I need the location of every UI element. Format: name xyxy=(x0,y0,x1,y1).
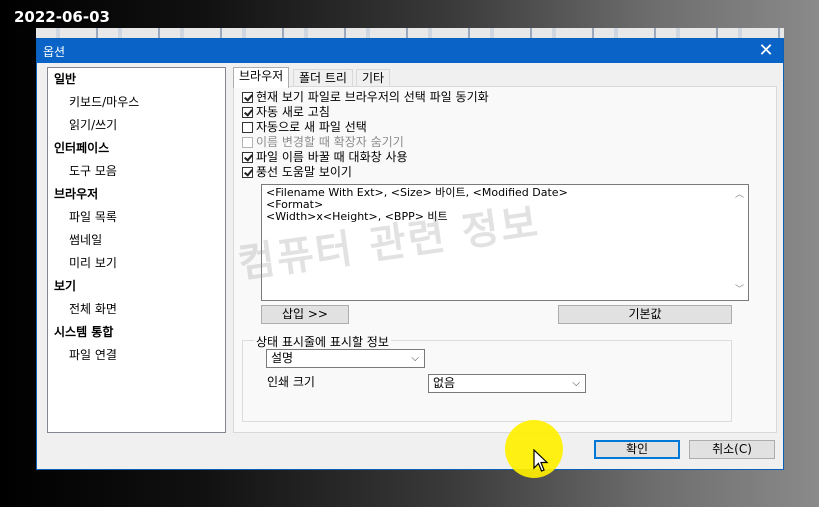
options-dialog: 옵션 ✕ 일반 키보드/마우스 읽기/쓰기 인터페이스 도구 모음 브라우저 파… xyxy=(36,38,784,470)
checkbox[interactable] xyxy=(242,92,253,103)
browser-tab-page: 현재 보기 파일로 브라우저의 선택 파일 동기화 자동 새로 고침 자동으로 … xyxy=(233,86,777,433)
option-rename-dialog[interactable]: 파일 이름 바꿀 때 대화창 사용 xyxy=(242,150,408,165)
print-size-label: 인쇄 크기 xyxy=(267,375,315,389)
insert-button[interactable]: 삽입 >> xyxy=(261,305,349,324)
dialog-title: 옵션 xyxy=(43,45,66,59)
title-bar[interactable]: 옵션 ✕ xyxy=(37,39,783,63)
option-label: 자동 새로 고침 xyxy=(256,105,330,119)
ok-button[interactable]: 확인 xyxy=(594,440,680,459)
option-auto-select-new-file[interactable]: 자동으로 새 파일 선택 xyxy=(242,120,367,135)
option-label: 이름 변경할 때 확장자 숨기기 xyxy=(256,135,404,149)
tree-item-preview[interactable]: 미리 보기 xyxy=(69,253,117,273)
option-hide-extension-on-rename: 이름 변경할 때 확장자 숨기기 xyxy=(242,135,404,150)
print-size-select[interactable]: 없음 ⌵ xyxy=(428,374,586,393)
mouse-pointer-icon xyxy=(533,449,549,472)
chevron-down-icon: ⌵ xyxy=(411,353,419,364)
tree-item-view[interactable]: 보기 xyxy=(54,276,76,296)
tab-control: 브라우저 폴더 트리 기타 현재 보기 파일로 브라우저의 선택 파일 동기화 … xyxy=(233,67,777,433)
tab-browser[interactable]: 브라우저 xyxy=(233,67,290,88)
option-label: 파일 이름 바꿀 때 대화창 사용 xyxy=(256,150,408,164)
format-line: <Width>x<Height>, <BPP> 비트 xyxy=(266,210,448,223)
tree-item-file-association[interactable]: 파일 연결 xyxy=(69,345,117,365)
option-show-balloon-help[interactable]: 풍선 도움말 보이기 xyxy=(242,165,352,180)
date-stamp: 2022-06-03 xyxy=(14,8,110,26)
tree-item-read-write[interactable]: 읽기/쓰기 xyxy=(69,115,117,135)
close-button[interactable]: ✕ xyxy=(749,39,783,63)
tree-item-thumbnail[interactable]: 썸네일 xyxy=(69,230,102,250)
statusbar-info-group: 상태 표시줄에 표시할 정보 설명 ⌵ 인쇄 크기 없음 ⌵ xyxy=(242,333,732,422)
default-button[interactable]: 기본값 xyxy=(558,305,732,324)
checkbox[interactable] xyxy=(242,167,253,178)
tab-etc[interactable]: 기타 xyxy=(356,69,391,87)
checkbox[interactable] xyxy=(242,107,253,118)
checkbox xyxy=(242,137,253,148)
option-sync-selection[interactable]: 현재 보기 파일로 브라우저의 선택 파일 동기화 xyxy=(242,90,489,105)
option-label: 풍선 도움말 보이기 xyxy=(256,165,352,179)
tree-item-system-integration[interactable]: 시스템 통합 xyxy=(54,322,113,342)
tab-folder-tree[interactable]: 폴더 트리 xyxy=(293,69,353,87)
tree-item-interface[interactable]: 인터페이스 xyxy=(54,138,109,158)
tree-item-toolbar[interactable]: 도구 모음 xyxy=(69,161,117,181)
tree-item-keyboard-mouse[interactable]: 키보드/마우스 xyxy=(69,92,139,112)
option-label: 현재 보기 파일로 브라우저의 선택 파일 동기화 xyxy=(256,90,489,104)
tooltip-format-textarea[interactable]: <Filename With Ext>, <Size> 바이트, <Modifi… xyxy=(261,184,749,301)
cancel-button[interactable]: 취소(C) xyxy=(689,440,775,459)
tree-item-general[interactable]: 일반 xyxy=(54,69,76,89)
statusbar-info-select[interactable]: 설명 ⌵ xyxy=(266,349,425,368)
scroll-down-icon[interactable]: ﹀ xyxy=(735,284,744,296)
select-value: 없음 xyxy=(433,376,456,390)
option-label: 자동으로 새 파일 선택 xyxy=(256,120,367,134)
options-category-tree: 일반 키보드/마우스 읽기/쓰기 인터페이스 도구 모음 브라우저 파일 목록 … xyxy=(47,67,226,433)
tree-item-browser[interactable]: 브라우저 xyxy=(54,184,98,204)
chevron-down-icon: ⌵ xyxy=(572,378,580,389)
tree-item-fullscreen[interactable]: 전체 화면 xyxy=(69,299,117,319)
checkbox[interactable] xyxy=(242,122,253,133)
format-line: <Filename With Ext>, <Size> 바이트, <Modifi… xyxy=(266,186,568,199)
scroll-up-icon[interactable]: ︿ xyxy=(735,189,744,201)
checkbox[interactable] xyxy=(242,152,253,163)
select-value: 설명 xyxy=(271,351,294,365)
option-auto-refresh[interactable]: 자동 새로 고침 xyxy=(242,105,330,120)
tree-item-file-list[interactable]: 파일 목록 xyxy=(69,207,117,227)
background-window-strip xyxy=(36,28,784,38)
group-title: 상태 표시줄에 표시할 정보 xyxy=(254,333,391,350)
